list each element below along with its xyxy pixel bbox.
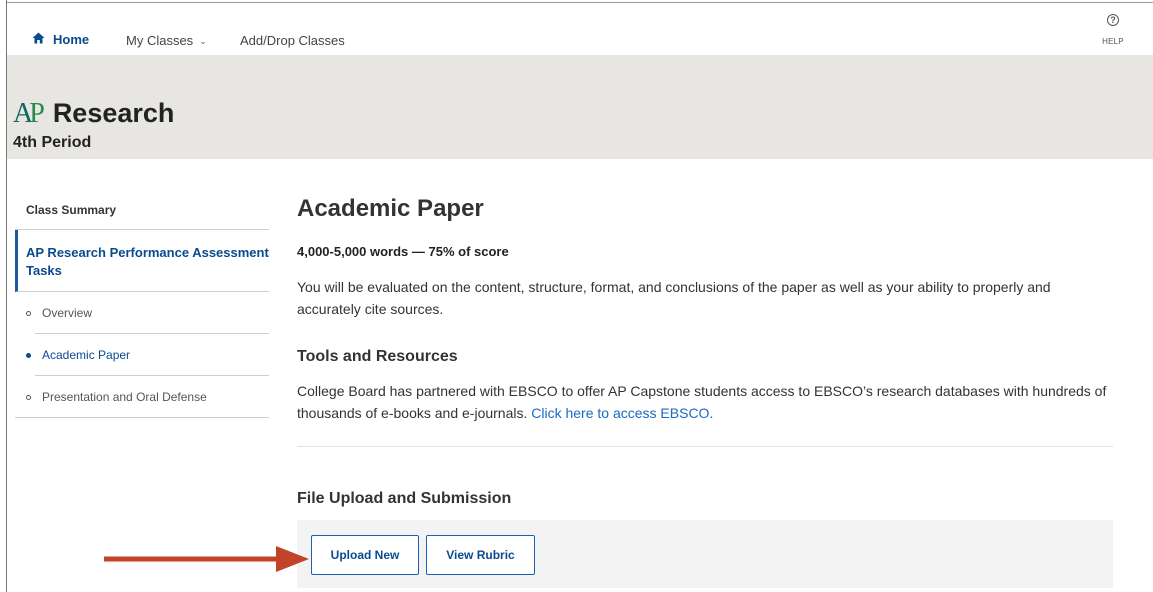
help-icon: ? — [1107, 14, 1119, 26]
class-period: 4th Period — [13, 134, 92, 151]
upload-toolbar: Upload New View Rubric — [297, 520, 1113, 588]
task-description: You will be evaluated on the content, st… — [297, 279, 1051, 317]
sidebar-item-academic-paper[interactable]: Academic Paper — [15, 334, 269, 376]
nav-my-classes-label: My Classes — [126, 33, 194, 48]
upload-heading: File Upload and Submission — [297, 490, 512, 507]
page-title: Academic Paper — [297, 195, 484, 222]
sidebar-item-performance-tasks[interactable]: AP Research Performance Assessment Tasks — [15, 230, 269, 292]
home-icon — [32, 32, 45, 47]
tools-text: College Board has partnered with EBSCO t… — [297, 380, 1112, 424]
view-rubric-button[interactable]: View Rubric — [426, 535, 535, 575]
section-divider — [297, 446, 1113, 447]
sidebar-item-label: Overview — [42, 306, 93, 320]
bullet-icon — [26, 394, 31, 400]
ap-logo: AP — [13, 98, 45, 129]
course-title: AP Research — [13, 98, 174, 130]
nav-add-drop-link[interactable]: Add/Drop Classes — [240, 33, 345, 48]
upload-new-button[interactable]: Upload New — [311, 535, 419, 575]
nav-my-classes-dropdown[interactable]: My Classes ⌄ — [126, 33, 207, 48]
divider — [15, 417, 269, 418]
nav-home-label: Home — [53, 32, 90, 47]
sidebar-item-overview[interactable]: Overview — [15, 292, 269, 334]
bullet-icon — [26, 310, 31, 316]
annotation-arrow-icon — [104, 546, 309, 572]
help-label: HELP — [1102, 37, 1124, 46]
ebsco-link[interactable]: Click here to access EBSCO. — [531, 405, 713, 421]
sidebar-item-presentation[interactable]: Presentation and Oral Defense — [15, 376, 269, 418]
tools-heading: Tools and Resources — [297, 348, 458, 365]
word-count-requirement: 4,000-5,000 words — 75% of score — [297, 244, 509, 259]
course-banner: AP Research 4th Period — [7, 55, 1153, 159]
sidebar-item-class-summary[interactable]: Class Summary — [15, 188, 269, 230]
sidebar-item-label: Academic Paper — [42, 348, 131, 362]
sidebar: Class Summary AP Research Performance As… — [15, 188, 269, 418]
top-navigation: Home My Classes ⌄ Add/Drop Classes ? HEL… — [7, 3, 1153, 55]
help-button[interactable]: ? HELP — [1098, 10, 1128, 46]
nav-home-link[interactable]: Home — [32, 32, 89, 47]
course-name: Research — [52, 98, 175, 128]
bullet-icon — [26, 352, 31, 358]
chevron-down-icon: ⌄ — [199, 36, 207, 46]
sidebar-item-label: Presentation and Oral Defense — [42, 390, 207, 404]
